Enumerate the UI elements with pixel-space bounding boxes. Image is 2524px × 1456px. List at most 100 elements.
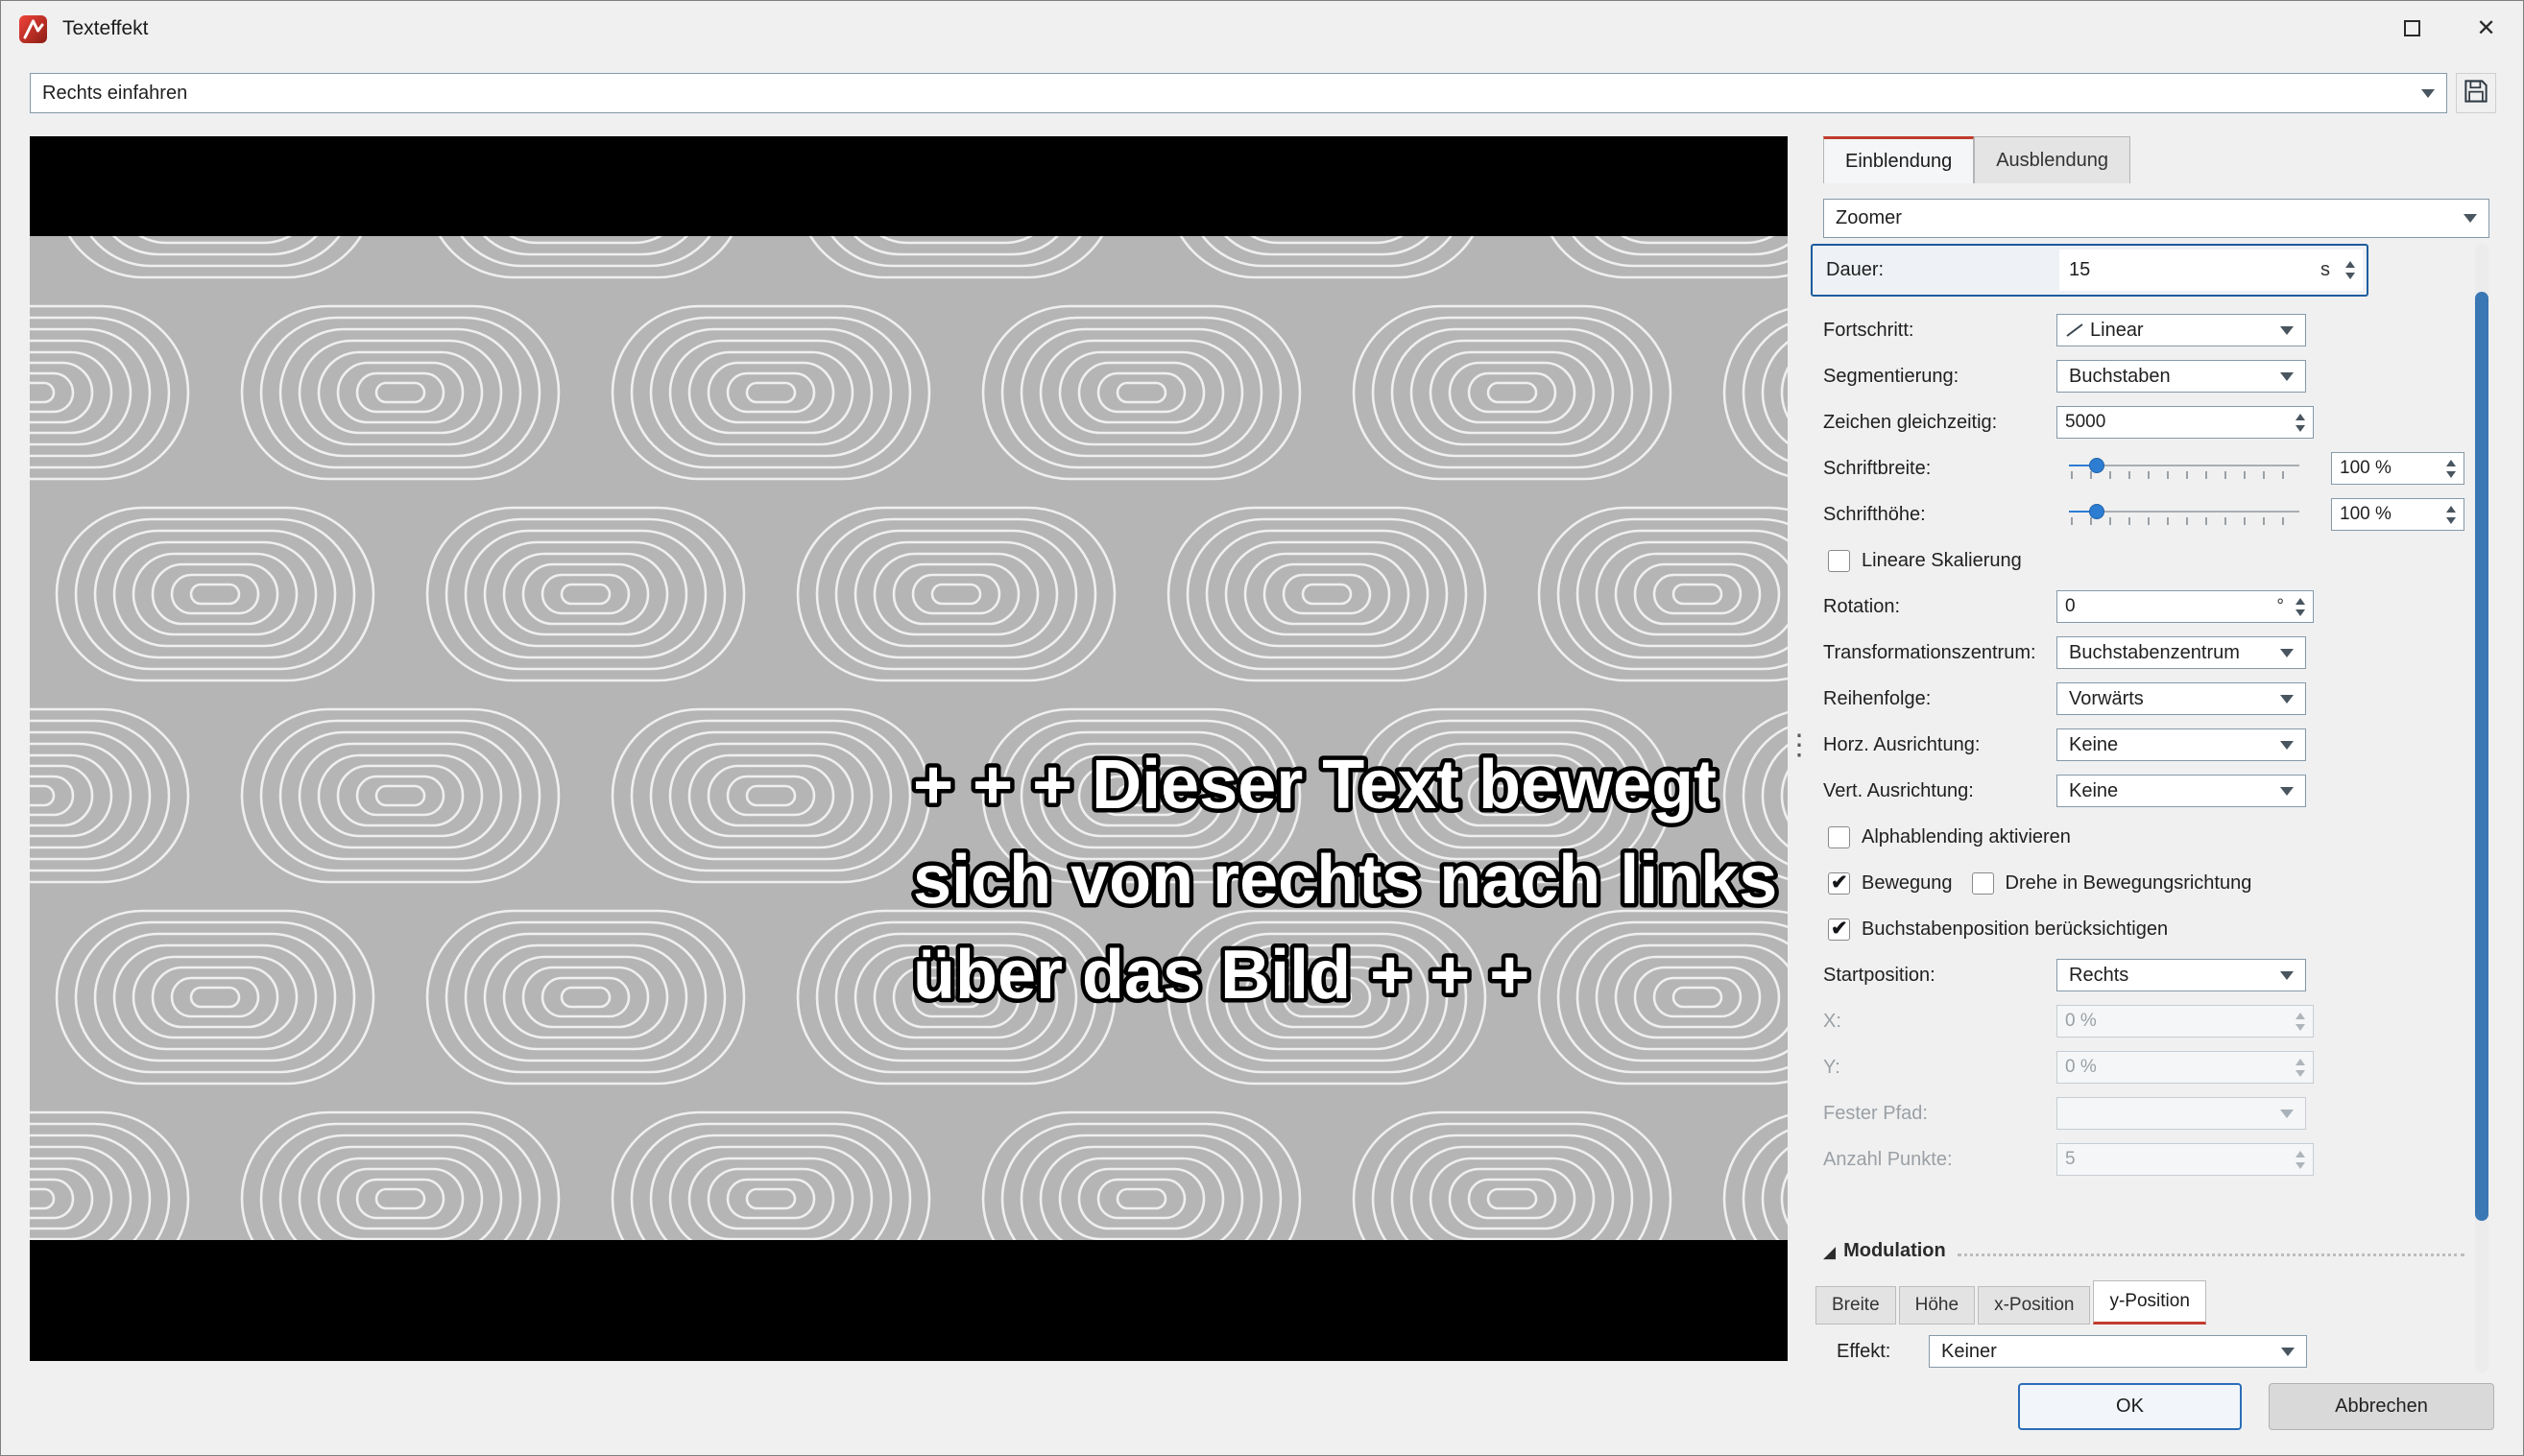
buchstabenposition-checkbox[interactable] (1828, 917, 1850, 941)
chevron-down-icon (2280, 970, 2294, 980)
settings-panel: Einblendung Ausblendung Zoomer Dauer: 15… (1811, 136, 2504, 1377)
segmentierung-combobox[interactable]: Buchstaben (2056, 360, 2306, 393)
modulation-title: Modulation (1843, 1240, 1946, 1261)
bewegung-checkbox[interactable] (1828, 871, 1850, 895)
cancel-button[interactable]: Abbrechen (2269, 1383, 2494, 1430)
dauer-unit: s (2320, 259, 2330, 280)
ok-button[interactable]: OK (2018, 1383, 2242, 1430)
reihenfolge-combobox[interactable]: Vorwärts (2056, 682, 2306, 715)
preview-text-line3: über das Bild + + + (913, 937, 1529, 1014)
fester-pfad-combobox (2056, 1097, 2306, 1130)
fortschritt-combobox[interactable]: Linear (2056, 314, 2306, 346)
alphablending-checkbox[interactable] (1828, 825, 1850, 848)
tab-hoehe[interactable]: Höhe (1898, 1286, 1976, 1325)
chevron-down-icon (2421, 88, 2436, 98)
effect-type-combobox[interactable]: Zoomer (1823, 199, 2489, 238)
anzahl-punkte-input: 5 (2056, 1143, 2314, 1176)
preview-text-line1: + + + Dieser Text bewegt (913, 747, 1717, 823)
preview-text-line2: sich von rechts nach links (913, 842, 1777, 919)
dauer-field-highlighted: Dauer: 15 s (1811, 244, 2368, 297)
schriftbreite-slider[interactable] (2069, 452, 2299, 485)
lineare-skalierung-checkbox[interactable] (1828, 549, 1850, 572)
chevron-down-icon (2280, 648, 2294, 657)
y-row: Y: 0 % (1823, 1044, 2464, 1090)
tab-y-position[interactable]: y-Position (2093, 1280, 2206, 1325)
close-button[interactable]: ✕ (2449, 1, 2523, 56)
horz-ausrichtung-value: Keine (2069, 733, 2119, 755)
collapse-triangle-icon[interactable]: ◢ (1823, 1243, 1836, 1262)
fortschritt-label: Fortschritt: (1823, 319, 1914, 341)
zeichen-input[interactable]: 5000 (2056, 406, 2314, 439)
horz-ausrichtung-combobox[interactable]: Keine (2056, 728, 2306, 761)
zeichen-value: 5000 (2065, 412, 2106, 432)
tab-x-position[interactable]: x-Position (1978, 1286, 2091, 1325)
maximize-icon (2404, 20, 2420, 36)
save-icon (2462, 77, 2490, 110)
schriftbreite-input[interactable]: 100 % (2331, 452, 2464, 485)
anzahl-punkte-value: 5 (2065, 1149, 2076, 1169)
app-icon (16, 12, 51, 46)
fade-tabs: Einblendung Ausblendung (1823, 136, 2130, 183)
lineare-skalierung-row: Lineare Skalierung (1823, 537, 2464, 584)
save-preset-button[interactable] (2456, 73, 2496, 113)
tab-einblendung[interactable]: Einblendung (1823, 136, 1975, 183)
linear-curve-icon (2065, 322, 2084, 339)
zeichen-spinner[interactable] (2288, 407, 2313, 438)
dauer-input[interactable]: 15 s (2059, 250, 2363, 291)
startposition-combobox[interactable]: Rechts (2056, 959, 2306, 991)
splitter-handle[interactable]: ⋮ (1785, 711, 1814, 778)
schrifthoehe-slider-handle[interactable] (2088, 504, 2104, 519)
schrifthoehe-slider[interactable] (2069, 498, 2299, 531)
transformationszentrum-label: Transformationszentrum: (1823, 641, 2036, 663)
preset-combobox[interactable]: Rechts einfahren (30, 73, 2448, 113)
buchstabenposition-row: Buchstabenposition berücksichtigen (1823, 906, 2464, 952)
reihenfolge-value: Vorwärts (2069, 687, 2144, 709)
x-value: 0 % (2065, 1011, 2097, 1031)
rotation-label: Rotation: (1823, 595, 1901, 617)
chevron-down-icon (2280, 694, 2294, 704)
schrifthoehe-value: 100 % (2340, 504, 2392, 524)
effekt-value: Keiner (1941, 1340, 1997, 1362)
window-controls: ✕ (2375, 1, 2523, 56)
drehe-checkbox[interactable] (1971, 871, 1994, 895)
dauer-spinner[interactable] (2338, 250, 2363, 291)
maximize-button[interactable] (2375, 1, 2449, 56)
rotation-input[interactable]: 0 ° (2056, 590, 2314, 623)
effekt-label: Effekt: (1837, 1340, 1891, 1362)
panel-scrollbar-thumb[interactable] (2475, 292, 2488, 1221)
panel-scrollbar-track[interactable] (2475, 244, 2488, 1372)
tab-breite[interactable]: Breite (1815, 1286, 1896, 1325)
schriftbreite-spinner[interactable] (2439, 453, 2464, 484)
segmentierung-label: Segmentierung: (1823, 365, 1959, 387)
segmentierung-row: Segmentierung: Buchstaben (1823, 353, 2464, 399)
window-title: Texteffekt (62, 16, 149, 39)
y-input: 0 % (2056, 1051, 2314, 1084)
schrifthoehe-label: Schrifthöhe: (1823, 503, 1926, 525)
modulation-dotted-rule (1957, 1253, 2464, 1256)
horz-ausrichtung-label: Horz. Ausrichtung: (1823, 733, 1981, 755)
fortschritt-value: Linear (2090, 319, 2144, 341)
modulation-header: ◢ Modulation (1823, 1240, 2464, 1262)
lineare-skalierung-label: Lineare Skalierung (1862, 549, 2022, 571)
tab-ausblendung[interactable]: Ausblendung (1974, 136, 2130, 183)
effect-type-value: Zoomer (1836, 207, 1902, 228)
drehe-label: Drehe in Bewegungsrichtung (2005, 871, 2252, 894)
alphablending-label: Alphablending aktivieren (1862, 825, 2071, 847)
chevron-down-icon (2280, 1109, 2294, 1118)
rotation-spinner[interactable] (2288, 591, 2313, 622)
x-row: X: 0 % (1823, 998, 2464, 1044)
schrifthoehe-spinner[interactable] (2439, 499, 2464, 530)
preview-canvas[interactable]: + + + Dieser Text bewegt sich von rechts… (30, 136, 1788, 1361)
transformationszentrum-value: Buchstabenzentrum (2069, 641, 2240, 663)
schrifthoehe-input[interactable]: 100 % (2331, 498, 2464, 531)
schriftbreite-value: 100 % (2340, 458, 2392, 478)
schriftbreite-label: Schriftbreite: (1823, 457, 1932, 479)
effekt-combobox[interactable]: Keiner (1929, 1335, 2307, 1368)
transformationszentrum-row: Transformationszentrum: Buchstabenzentru… (1823, 630, 2464, 676)
transformationszentrum-combobox[interactable]: Buchstabenzentrum (2056, 636, 2306, 669)
vert-ausrichtung-combobox[interactable]: Keine (2056, 775, 2306, 807)
schriftbreite-slider-handle[interactable] (2088, 458, 2104, 473)
x-label: X: (1823, 1010, 1841, 1032)
dauer-label: Dauer: (1826, 259, 1885, 280)
y-spinner (2288, 1052, 2313, 1083)
